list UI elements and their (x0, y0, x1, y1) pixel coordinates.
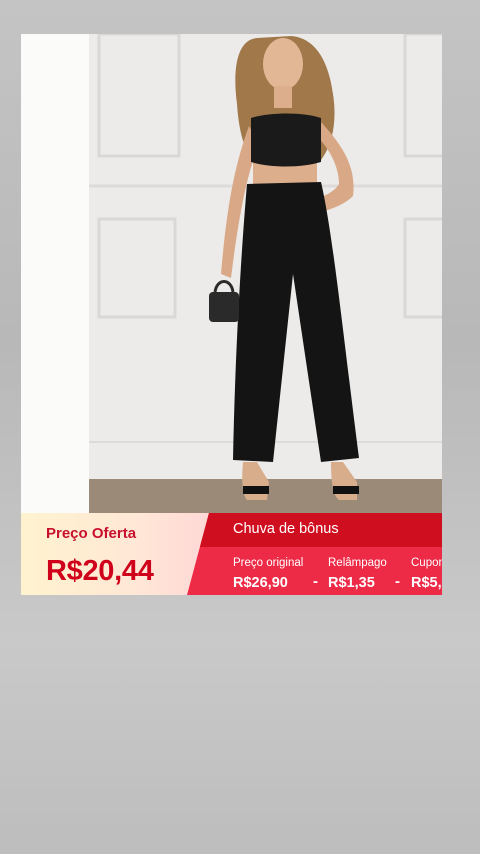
offer-price-value: R$20,44 (46, 555, 154, 587)
bonus-block: Chuva de bônus Preço original R$26,90 - … (187, 513, 442, 595)
product-card[interactable]: Preço Oferta R$20,44 Chuva de bônus Preç… (21, 34, 442, 595)
offer-price-block: Preço Oferta R$20,44 (21, 513, 216, 595)
minus-separator: - (313, 573, 318, 590)
bonus-title: Chuva de bônus (233, 521, 339, 537)
offer-price-label: Preço Oferta (46, 525, 137, 542)
coupon-discount-label: Cupom (411, 557, 442, 569)
coupon-discount: Cupom R$5, (411, 557, 442, 591)
original-price: Preço original R$26,90 (233, 557, 303, 591)
price-bar: Preço Oferta R$20,44 Chuva de bônus Preç… (21, 513, 442, 595)
original-price-value: R$26,90 (233, 575, 288, 591)
product-photo[interactable] (21, 34, 442, 513)
flash-discount-value: R$1,35 (328, 575, 375, 591)
bonus-breakdown: Preço original R$26,90 - Relâmpago R$1,3… (187, 557, 442, 595)
flash-discount: Relâmpago R$1,35 (328, 557, 387, 591)
flash-discount-label: Relâmpago (328, 557, 387, 569)
bonus-header: Chuva de bônus (187, 513, 442, 547)
minus-separator: - (395, 573, 400, 590)
product-photo-illustration (21, 34, 442, 513)
original-price-label: Preço original (233, 557, 304, 569)
coupon-discount-value: R$5, (411, 575, 442, 591)
